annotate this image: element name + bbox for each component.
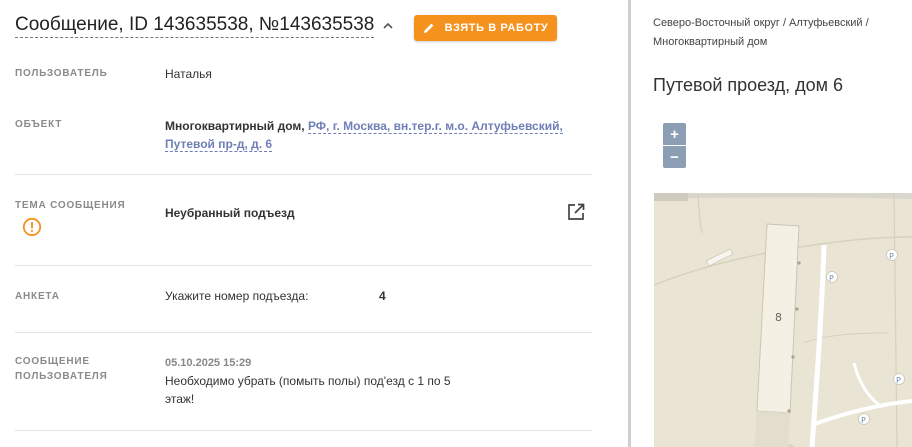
survey-question: Укажите номер подъезда:: [165, 289, 309, 303]
chevron-up-icon[interactable]: [382, 20, 394, 32]
divider: [15, 174, 592, 175]
breadcrumb-line1: Северо-Восточный округ / Алтуфьевский /: [653, 17, 869, 29]
take-to-work-label: ВЗЯТЬ В РАБОТУ: [444, 22, 549, 34]
message-panel: Сообщение, ID 143635538, №143635538 ВЗЯТ…: [0, 0, 628, 447]
message-label-line2: ПОЛЬЗОВАТЕЛЯ: [15, 371, 108, 382]
map-view[interactable]: 8 P P P P: [654, 193, 912, 447]
parking-icon: P: [886, 249, 898, 261]
building-number: 8: [775, 311, 782, 324]
pencil-icon: [423, 23, 434, 33]
breadcrumb: Северо-Восточный округ / Алтуфьевский / …: [653, 14, 908, 52]
warning-icon: [22, 217, 42, 237]
address-title: Путевой проезд, дом 6: [653, 75, 844, 95]
parking-icon: P: [893, 373, 905, 385]
svg-text:P: P: [896, 376, 901, 385]
message-text-line1: Необходимо убрать (помыть полы) под'езд …: [165, 374, 451, 388]
object-value: Многоквартирный дом, РФ, г. Москва, вн.т…: [165, 117, 585, 153]
divider: [15, 265, 592, 266]
parking-icon: P: [826, 271, 838, 283]
object-address-link-1[interactable]: РФ, г. Москва, вн.тер.г. м.о. Алтуфьевск…: [307, 119, 563, 134]
topic-value: Неубранный подъезд: [165, 206, 295, 220]
survey-answer: 4: [379, 289, 386, 303]
survey-label: АНКЕТА: [15, 291, 60, 302]
svg-text:P: P: [829, 274, 834, 283]
topic-label: ТЕМА СООБЩЕНИЯ: [15, 200, 126, 211]
take-to-work-button[interactable]: ВЗЯТЬ В РАБОТУ: [414, 15, 557, 41]
object-address-link-2[interactable]: Путевой пр-д, д. 6: [165, 137, 273, 152]
divider: [15, 430, 592, 431]
message-label-line1: СООБЩЕНИЕ: [15, 356, 90, 367]
user-value: Наталья: [165, 67, 212, 81]
title-row: Сообщение, ID 143635538, №143635538: [15, 14, 394, 38]
message-body: 05.10.2025 15:29 Необходимо убрать (помы…: [165, 353, 451, 408]
zoom-in-button[interactable]: +: [663, 123, 686, 145]
message-label: СООБЩЕНИЕ ПОЛЬЗОВАТЕЛЯ: [15, 354, 108, 384]
object-label: ОБЪЕКТ: [15, 119, 63, 130]
object-type: Многоквартирный дом,: [165, 119, 305, 133]
map-panel: Северо-Восточный округ / Алтуфьевский / …: [631, 0, 912, 447]
message-date: 05.10.2025 15:29: [165, 357, 252, 369]
parking-icon: P: [858, 413, 870, 425]
user-label: ПОЛЬЗОВАТЕЛЬ: [15, 68, 108, 79]
svg-text:P: P: [889, 252, 894, 261]
open-external-icon[interactable]: [566, 202, 586, 222]
svg-text:P: P: [861, 416, 866, 425]
message-text-line2: этаж!: [165, 392, 195, 406]
page-title[interactable]: Сообщение, ID 143635538, №143635538: [15, 14, 375, 38]
breadcrumb-line2: Многоквартирный дом: [653, 36, 768, 48]
map-canvas: 8 P P P P: [654, 193, 912, 447]
zoom-out-button[interactable]: −: [663, 146, 686, 168]
divider: [15, 332, 592, 333]
